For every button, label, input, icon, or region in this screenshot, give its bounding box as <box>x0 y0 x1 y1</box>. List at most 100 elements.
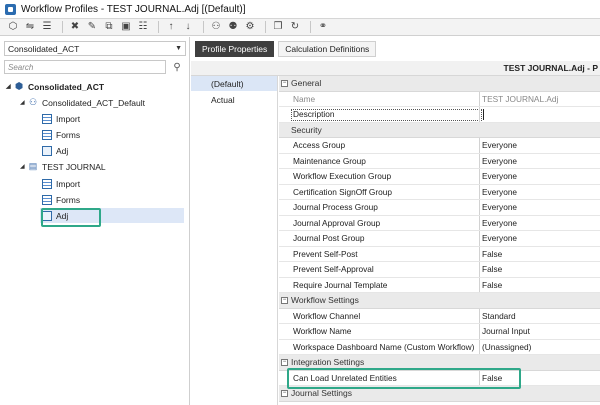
add-user-alt-icon[interactable]: ⚉ <box>226 20 240 34</box>
filter-icon[interactable]: ⇋ <box>23 20 37 34</box>
toolbar-separator <box>158 21 159 33</box>
scenario-dropdown-value: Consolidated_ACT <box>8 43 80 54</box>
tree-node-forms[interactable]: Forms <box>42 192 80 207</box>
property-row[interactable]: Access Group Everyone <box>279 138 600 154</box>
toolbar-separator <box>203 21 204 33</box>
doc-icon <box>42 145 52 156</box>
property-row[interactable]: Journal Post Group Everyone <box>279 231 600 247</box>
property-name: Description <box>293 109 335 120</box>
tree-node-consolidated-act[interactable]: ◢ ⬢ Consolidated_ACT <box>6 79 104 94</box>
delete-icon[interactable]: ✖ <box>68 20 82 34</box>
binoculars-icon[interactable]: ⚲ <box>169 60 185 74</box>
property-value: Everyone <box>482 233 518 244</box>
folder-icon: ▤ <box>28 161 38 171</box>
tab-profile-properties[interactable]: Profile Properties <box>195 41 275 57</box>
property-name: Workflow Name <box>293 326 352 337</box>
property-name: Workflow Execution Group <box>293 171 392 182</box>
tree-node-consolidated-act-default[interactable]: ◢ ⚇ Consolidated_ACT_Default <box>20 95 145 110</box>
up-arrow-icon[interactable]: ↑ <box>164 20 178 34</box>
property-row[interactable]: Workspace Dashboard Name (Custom Workflo… <box>279 339 600 355</box>
properties-header-title: TEST JOURNAL.Adj - P <box>503 63 598 73</box>
edit-icon[interactable]: ✎ <box>85 20 99 34</box>
property-name: Certification SignOff Group <box>293 186 392 197</box>
collapse-icon[interactable]: − <box>281 359 288 366</box>
right-panel: Profile Properties Calculation Definitio… <box>191 37 600 405</box>
tree-node-label: Forms <box>56 194 81 205</box>
tree-node-import[interactable]: Import <box>42 111 80 126</box>
property-value: Everyone <box>482 140 518 151</box>
tab-bar: Profile Properties Calculation Definitio… <box>191 41 377 57</box>
highlight-box <box>287 368 521 389</box>
tree-node-import[interactable]: Import <box>42 176 80 191</box>
property-row[interactable]: Prevent Self-Post False <box>279 246 600 262</box>
property-name: Workflow Channel <box>293 310 361 321</box>
category-general[interactable]: − General <box>279 76 600 92</box>
property-value: (Unassigned) <box>482 341 532 352</box>
property-name: Require Journal Template <box>293 279 388 290</box>
tree-node-label: Consolidated_ACT_Default <box>42 97 146 108</box>
collapse-icon[interactable]: − <box>281 80 288 87</box>
collapse-icon[interactable]: − <box>281 390 288 397</box>
save-icon[interactable]: ▣ <box>119 20 133 34</box>
property-value: Journal Input <box>482 326 530 337</box>
property-name: Workspace Dashboard Name (Custom Workflo… <box>293 341 475 352</box>
copy-profile-icon[interactable]: ❐ <box>271 20 285 34</box>
text-cursor <box>483 109 484 120</box>
property-value: False <box>482 279 503 290</box>
property-row[interactable]: Prevent Self-Approval False <box>279 262 600 278</box>
people-icon: ⚇ <box>28 97 38 107</box>
cube-icon[interactable]: ⬡ <box>6 20 20 34</box>
property-row[interactable]: Description <box>279 107 600 123</box>
list-edit-icon[interactable]: ☷ <box>136 20 150 34</box>
property-name: Name <box>293 93 316 104</box>
property-value: Standard <box>482 310 516 321</box>
property-row[interactable]: Journal Process Group Everyone <box>279 200 600 216</box>
tree-node-label: Import <box>56 178 81 189</box>
property-row[interactable]: Workflow Execution Group Everyone <box>279 169 600 185</box>
expand-icon[interactable]: ◢ <box>6 83 14 90</box>
highlight-box <box>41 208 101 227</box>
property-row[interactable]: Certification SignOff Group Everyone <box>279 184 600 200</box>
category-security[interactable]: Security <box>279 122 600 138</box>
refresh-icon[interactable]: ↻ <box>288 20 302 34</box>
list-icon[interactable]: ☰ <box>40 20 54 34</box>
chevron-down-icon[interactable]: ▼ <box>175 45 182 52</box>
tree-node-adj[interactable]: Adj <box>42 143 68 158</box>
tree-node-forms[interactable]: Forms <box>42 127 80 142</box>
toolbar-separator <box>310 21 311 33</box>
property-row[interactable]: Maintenance Group Everyone <box>279 153 600 169</box>
group-users-icon[interactable]: ⚭ <box>316 20 330 34</box>
grid-icon <box>42 129 52 140</box>
collapse-icon[interactable]: − <box>281 297 288 304</box>
property-row[interactable]: Workflow Name Journal Input <box>279 324 600 340</box>
property-name: Journal Approval Group <box>293 217 381 228</box>
search-input[interactable]: Search <box>4 60 166 74</box>
grid-icon <box>42 113 52 124</box>
add-user-icon[interactable]: ⚇ <box>209 20 223 34</box>
scenario-dropdown[interactable]: Consolidated_ACT ▼ <box>4 41 186 56</box>
tree-node-label: Adj <box>56 145 69 156</box>
property-row[interactable]: Name TEST JOURNAL.Adj <box>279 91 600 107</box>
list-item-default[interactable]: (Default) <box>191 76 277 91</box>
grid-icon <box>42 194 52 205</box>
property-row[interactable]: Journal Approval Group Everyone <box>279 215 600 231</box>
property-name: Prevent Self-Post <box>293 248 358 259</box>
property-row[interactable]: Workflow Channel Standard <box>279 308 600 324</box>
app-icon <box>5 3 16 15</box>
expand-icon[interactable]: ◢ <box>20 99 28 106</box>
list-item-actual[interactable]: Actual <box>191 92 277 107</box>
expand-icon[interactable]: ◢ <box>20 163 28 170</box>
tree-node-test-journal[interactable]: ◢ ▤ TEST JOURNAL <box>20 159 106 174</box>
down-arrow-icon[interactable]: ↓ <box>181 20 195 34</box>
property-value: Everyone <box>482 202 518 213</box>
property-row[interactable]: Require Journal Template False <box>279 277 600 293</box>
property-value: Everyone <box>482 186 518 197</box>
property-name: Journal Post Group <box>293 233 365 244</box>
user-settings-icon[interactable]: ⚙ <box>243 20 257 34</box>
copy-icon[interactable]: ⧉ <box>102 20 116 34</box>
grid-icon <box>42 178 52 189</box>
tab-calculation-definitions[interactable]: Calculation Definitions <box>278 41 377 57</box>
category-workflow-settings[interactable]: − Workflow Settings <box>279 293 600 309</box>
scenario-type-list: (Default) Actual <box>191 76 278 405</box>
toolbar-separator <box>62 21 63 33</box>
